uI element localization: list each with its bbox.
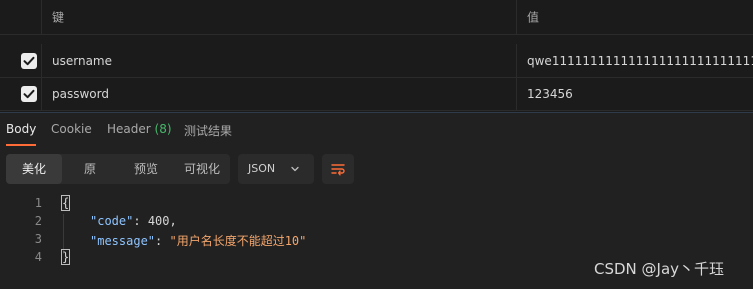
- header-check-cell: [0, 0, 42, 34]
- param-key: password: [52, 86, 109, 101]
- tab-header-label: Header: [107, 122, 151, 136]
- param-key: username: [52, 53, 112, 68]
- checkmark-icon: [23, 89, 35, 98]
- param-value: 123456: [527, 86, 573, 101]
- header-key-label: 键: [52, 10, 65, 25]
- json-separator: :: [133, 214, 148, 228]
- line-number: 3: [34, 232, 42, 246]
- param-value-cell[interactable]: qwe111111111111111111111111111111: [517, 44, 753, 77]
- view-mode-raw[interactable]: 原: [62, 154, 118, 184]
- wrap-lines-button[interactable]: [322, 154, 354, 184]
- params-header-row: 键 值: [0, 0, 753, 35]
- close-brace: }: [60, 249, 71, 265]
- line-number: 2: [34, 214, 42, 228]
- param-key-cell[interactable]: username: [42, 44, 517, 77]
- view-mode-pretty[interactable]: 美化: [6, 154, 62, 184]
- watermark: CSDN @Jay丶千珏: [594, 260, 725, 278]
- params-table: 键 值 username qwe111111111111111111111111…: [0, 0, 753, 112]
- param-checkbox[interactable]: [21, 52, 37, 69]
- tab-header-count: (8): [154, 122, 172, 136]
- header-value-label: 值: [527, 10, 540, 25]
- active-tab-indicator: [6, 144, 36, 146]
- chevron-down-icon: [291, 166, 299, 172]
- checkmark-icon: [23, 56, 35, 65]
- json-string: "用户名长度不能超过10": [169, 234, 307, 248]
- param-value-cell[interactable]: 123456: [517, 77, 753, 110]
- view-mode-visualize[interactable]: 可视化: [174, 154, 230, 184]
- line-number: 1: [34, 196, 42, 210]
- param-key-cell[interactable]: password: [42, 77, 517, 110]
- json-key: "message": [90, 234, 156, 248]
- tab-cookie[interactable]: Cookie: [51, 122, 92, 136]
- line-content: "message": "用户名长度不能超过10": [90, 232, 306, 249]
- wrap-lines-icon: [331, 164, 345, 176]
- view-mode-segmented-control: 美化 原 预览 可视化: [6, 154, 230, 184]
- line-number: 4: [34, 250, 42, 264]
- param-check-cell: [0, 44, 42, 77]
- param-checkbox[interactable]: [21, 85, 37, 102]
- header-key-cell: 键: [42, 0, 517, 34]
- json-key: "code": [90, 214, 134, 228]
- header-value-cell: 值: [517, 0, 753, 34]
- view-mode-preview[interactable]: 预览: [118, 154, 174, 184]
- format-dropdown-value: JSON: [248, 162, 276, 175]
- tab-test-results[interactable]: 测试结果: [184, 122, 232, 139]
- open-brace: {: [60, 195, 71, 211]
- line-content: {: [60, 195, 71, 211]
- param-row: password 123456: [0, 77, 753, 111]
- param-row: username qwe1111111111111111111111111111…: [0, 44, 753, 78]
- tab-body[interactable]: Body: [6, 122, 36, 136]
- json-comma: ,: [169, 214, 177, 228]
- line-content: "code": 400,: [90, 214, 177, 228]
- format-dropdown[interactable]: JSON: [238, 154, 314, 184]
- json-separator: :: [155, 234, 170, 248]
- response-tabs: Body Cookie Header (8) 测试结果: [0, 113, 753, 147]
- tab-header[interactable]: Header (8): [107, 122, 172, 136]
- param-value: qwe111111111111111111111111111111: [527, 53, 753, 68]
- json-number: 400: [147, 214, 170, 228]
- line-content: }: [60, 249, 71, 265]
- param-check-cell: [0, 77, 42, 110]
